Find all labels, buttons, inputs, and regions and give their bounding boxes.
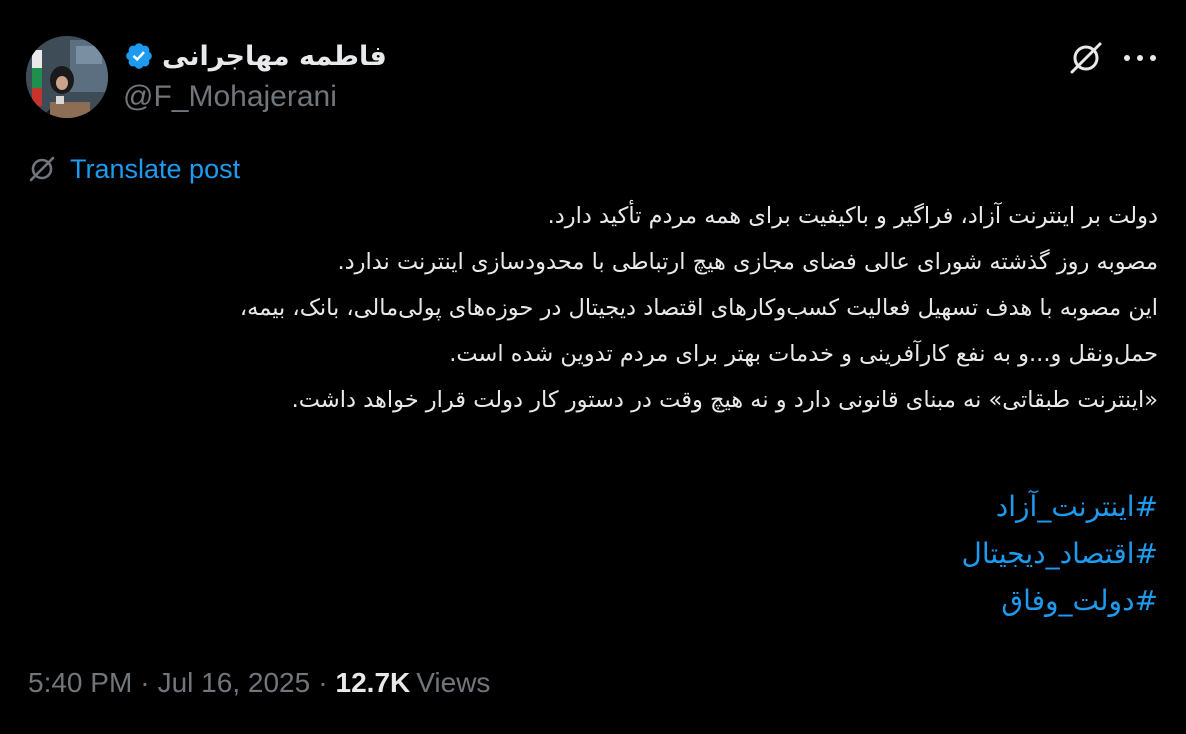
post-date[interactable]: Jul 16, 2025 <box>158 667 311 699</box>
views-label: Views <box>416 667 491 698</box>
hashtag-link[interactable]: #اقتصاد_دیجیتال <box>962 530 1158 577</box>
post-meta: 5:40 PM · Jul 16, 2025 · 12.7K Views <box>28 664 490 702</box>
meta-separator: · <box>140 667 150 698</box>
verified-badge-icon[interactable] <box>124 41 154 71</box>
grok-icon <box>1070 42 1102 74</box>
post-text-line: مصوبه روز گذشته شورای عالی فضای مجازی هی… <box>337 249 1158 275</box>
post-text-line: «اینترنت طبقاتی» نه مبنای قانونی دارد و … <box>291 387 1158 413</box>
translate-post-button[interactable]: Translate post <box>28 151 240 187</box>
more-options-button[interactable] <box>1118 42 1162 74</box>
post-text-line: حمل‌ونقل و...و به نفع کارآفرینی و خدمات … <box>449 341 1158 367</box>
author-handle[interactable]: @F_Mohajerani <box>123 80 337 114</box>
avatar-image <box>26 36 108 118</box>
post-text-line: دولت بر اینترنت آزاد، فراگیر و باکیفیت ب… <box>547 203 1158 229</box>
views-count: 12.7K <box>335 667 411 698</box>
meta-separator: · <box>318 667 328 698</box>
author-name-row[interactable]: فاطمه مهاجرانی <box>124 38 387 74</box>
translate-post-label: Translate post <box>70 153 241 184</box>
hashtag-list: #اینترنت_آزاد #اقتصاد_دیجیتال #دولت_وفاق <box>962 483 1158 624</box>
post-text-line: این مصوبه با هدف تسهیل فعالیت کسب‌وکارها… <box>239 295 1158 321</box>
post-text: دولت بر اینترنت آزاد، فراگیر و باکیفیت ب… <box>18 193 1158 423</box>
hashtag-link[interactable]: #اینترنت_آزاد <box>962 483 1158 530</box>
avatar[interactable] <box>26 36 108 118</box>
author-display-name[interactable]: فاطمه مهاجرانی <box>162 41 387 72</box>
more-icon <box>1124 55 1156 61</box>
grok-button[interactable] <box>1066 38 1106 78</box>
post-time[interactable]: 5:40 PM <box>28 667 132 699</box>
hashtag-link[interactable]: #دولت_وفاق <box>962 577 1158 624</box>
translate-icon <box>29 156 55 182</box>
